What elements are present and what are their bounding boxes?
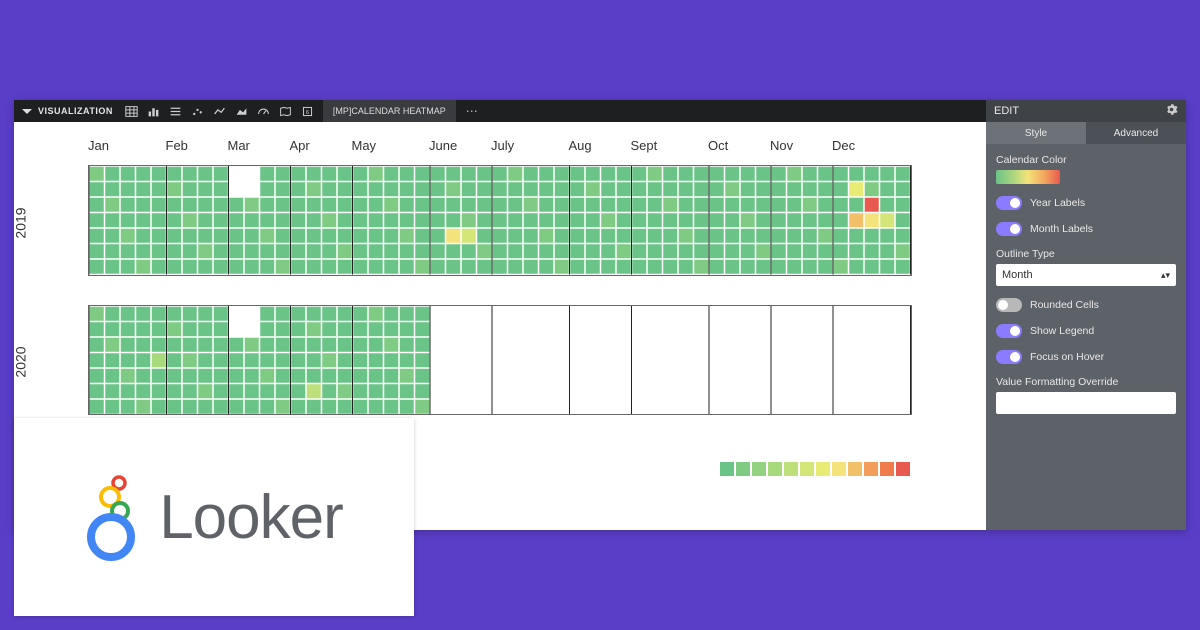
month-label: Nov [770,138,832,153]
collapse-icon[interactable] [22,109,32,114]
line-chart-icon[interactable] [209,100,231,122]
tab-style[interactable]: Style [986,122,1086,144]
toggle-rounded-cells[interactable]: Rounded Cells [996,298,1176,312]
month-label: Aug [569,138,631,153]
calendar-color-group: Calendar Color [996,154,1176,184]
toggle-focus-hover[interactable]: Focus on Hover [996,350,1176,364]
logo-text: Looker [159,482,343,553]
month-label: Dec [832,138,910,153]
gauge-chart-icon[interactable] [253,100,275,122]
year-label: 2019 [14,207,28,238]
toggle-show-legend[interactable]: Show Legend [996,324,1176,338]
color-swatch[interactable] [996,170,1060,184]
edit-panel: EDIT Style Advanced Calendar Color Year … [986,100,1186,530]
month-label: July [491,138,569,153]
year-block: 2020 [44,305,912,421]
toggle-year-labels[interactable]: Year Labels [996,196,1176,210]
outline-select[interactable]: Month ▴▾ [996,264,1176,286]
chevron-updown-icon: ▴▾ [1161,270,1170,281]
looker-logo-icon [85,473,143,561]
scatter-chart-icon[interactable] [187,100,209,122]
number-chart-icon[interactable]: 6 [297,100,319,122]
table-chart-icon[interactable] [121,100,143,122]
looker-logo: Looker [85,473,343,561]
month-label: Mar [228,138,290,153]
year-label: 2020 [14,347,28,378]
color-legend [718,462,912,476]
value-fmt-label: Value Formatting Override [996,376,1176,388]
month-labels: JanFebMarAprMayJuneJulyAugSeptOctNovDec [88,138,912,153]
month-label: Feb [166,138,228,153]
month-label: June [429,138,491,153]
bar-chart-icon[interactable] [143,100,165,122]
viz-tab-label: [MP]CALENDAR HEATMAP [333,106,446,116]
svg-text:6: 6 [306,109,309,115]
toolbar-title: VISUALIZATION [38,106,113,116]
edit-body: Calendar Color Year Labels Month Labels … [986,144,1186,424]
tab-advanced[interactable]: Advanced [1086,122,1186,144]
gear-icon[interactable] [1165,103,1178,119]
toolbar-left[interactable]: VISUALIZATION [14,100,121,122]
month-label: Sept [631,138,709,153]
heatmap-grid[interactable] [88,165,912,276]
month-label: Apr [290,138,352,153]
active-viz-tab[interactable]: [MP]CALENDAR HEATMAP [323,100,456,122]
outer-frame: VISUALIZATION 6 [MP]CALENDAR HEATMAP ⋯ [0,0,1200,630]
year-block: 2019 [44,165,912,281]
heatmap-grid[interactable] [88,305,912,416]
more-viz-icon[interactable]: ⋯ [456,104,490,118]
edit-tabs: Style Advanced [986,122,1186,144]
edit-header-label: EDIT [994,105,1019,117]
month-label: Jan [88,138,166,153]
calendar-color-label: Calendar Color [996,154,1176,166]
map-chart-icon[interactable] [275,100,297,122]
list-chart-icon[interactable] [165,100,187,122]
month-label: May [352,138,430,153]
month-label: Oct [708,138,770,153]
logo-card: Looker [14,418,414,616]
value-fmt-input[interactable] [996,392,1176,414]
outline-label: Outline Type [996,248,1176,260]
outline-group: Outline Type Month ▴▾ [996,248,1176,286]
chart-type-icons: 6 [121,100,319,122]
area-chart-icon[interactable] [231,100,253,122]
value-fmt-group: Value Formatting Override [996,376,1176,414]
toggle-month-labels[interactable]: Month Labels [996,222,1176,236]
edit-header: EDIT [986,100,1186,122]
viz-toolbar: VISUALIZATION 6 [MP]CALENDAR HEATMAP ⋯ [14,100,986,122]
